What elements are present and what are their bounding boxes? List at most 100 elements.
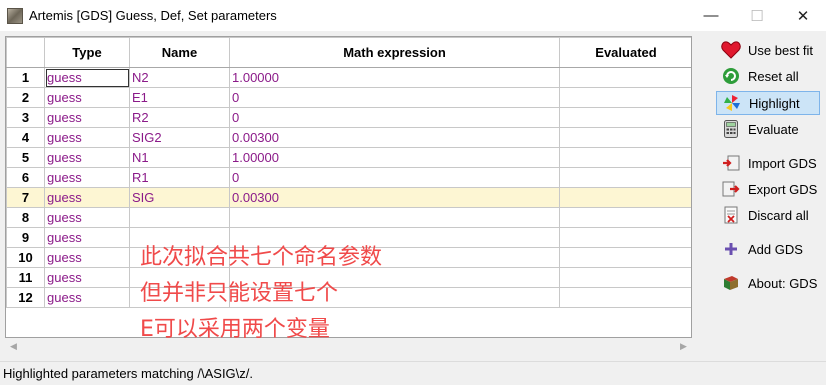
heart-icon bbox=[720, 40, 742, 60]
math-expression-column-header[interactable]: Math expression bbox=[229, 37, 560, 68]
name-cell[interactable]: SIG bbox=[129, 187, 230, 208]
table-row[interactable]: 6 guess R1 0 bbox=[6, 167, 691, 188]
row-number-cell: 2 bbox=[6, 87, 45, 108]
row-number-cell: 11 bbox=[6, 267, 45, 288]
name-cell[interactable]: N2 bbox=[129, 67, 230, 88]
export-icon bbox=[720, 179, 742, 199]
evaluated-cell bbox=[559, 127, 691, 148]
type-cell[interactable]: guess bbox=[44, 87, 130, 108]
about-gds-button[interactable]: About: GDS bbox=[716, 271, 820, 295]
row-number-cell: 6 bbox=[6, 167, 45, 188]
math-expression-cell[interactable]: 0 bbox=[229, 87, 560, 108]
highlight-label: Highlight bbox=[749, 95, 800, 111]
scroll-right-icon[interactable]: ▶ bbox=[675, 341, 692, 352]
type-cell[interactable]: guess bbox=[44, 187, 130, 208]
name-cell[interactable]: N1 bbox=[129, 147, 230, 168]
window-title: Artemis [GDS] Guess, Def, Set parameters bbox=[29, 8, 277, 23]
evaluated-cell bbox=[559, 207, 691, 228]
type-cell[interactable]: guess bbox=[44, 67, 130, 88]
evaluated-column-header[interactable]: Evaluated bbox=[559, 37, 691, 68]
type-cell[interactable]: guess bbox=[44, 267, 130, 288]
row-number-cell: 1 bbox=[6, 67, 45, 88]
type-cell[interactable]: guess bbox=[44, 127, 130, 148]
table-row[interactable]: 7 guess SIG 0.00300 bbox=[6, 187, 691, 208]
table-row[interactable]: 5 guess N1 1.00000 bbox=[6, 147, 691, 168]
add-icon bbox=[720, 239, 742, 259]
table-row[interactable]: 4 guess SIG2 0.00300 bbox=[6, 127, 691, 148]
type-cell[interactable]: guess bbox=[44, 287, 130, 308]
name-cell[interactable] bbox=[129, 207, 230, 228]
table-row[interactable]: 3 guess R2 0 bbox=[6, 107, 691, 128]
math-expression-cell[interactable]: 1.00000 bbox=[229, 67, 560, 88]
math-expression-cell[interactable]: 1.00000 bbox=[229, 147, 560, 168]
calculator-icon bbox=[720, 119, 742, 139]
close-icon[interactable]: ✕ bbox=[780, 0, 826, 31]
import-gds-label: Import GDS bbox=[748, 155, 817, 171]
discard-all-label: Discard all bbox=[748, 207, 809, 223]
title-bar: Artemis [GDS] Guess, Def, Set parameters… bbox=[0, 0, 826, 31]
row-number-cell: 10 bbox=[6, 247, 45, 268]
export-gds-label: Export GDS bbox=[748, 181, 818, 197]
export-gds-button[interactable]: Export GDS bbox=[716, 177, 820, 201]
evaluated-cell bbox=[559, 187, 691, 208]
scroll-left-icon[interactable]: ◀ bbox=[5, 341, 22, 352]
type-cell[interactable]: guess bbox=[44, 167, 130, 188]
use-best-fit-button[interactable]: Use best fit bbox=[716, 38, 820, 62]
table-row[interactable]: 8 guess bbox=[6, 207, 691, 228]
row-number-cell: 8 bbox=[6, 207, 45, 228]
row-number-cell: 3 bbox=[6, 107, 45, 128]
annotation-overlay: 此次拟合共七个命名参数 但并非只能设置七个 E可以采用两个变量 bbox=[140, 240, 382, 348]
pinwheel-icon bbox=[721, 93, 743, 113]
annotation-line-2: 但并非只能设置七个 bbox=[140, 281, 339, 306]
type-cell[interactable]: guess bbox=[44, 227, 130, 248]
table-row[interactable]: 1 guess N2 1.00000 bbox=[6, 67, 691, 88]
evaluated-cell bbox=[559, 67, 691, 88]
evaluated-cell bbox=[559, 287, 691, 308]
annotation-line-1: 此次拟合共七个命名参数 bbox=[140, 245, 383, 270]
type-cell[interactable]: guess bbox=[44, 147, 130, 168]
type-column-header[interactable]: Type bbox=[44, 37, 130, 68]
math-expression-cell[interactable]: 0.00300 bbox=[229, 187, 560, 208]
reset-all-button[interactable]: Reset all bbox=[716, 64, 820, 88]
highlight-button[interactable]: Highlight bbox=[716, 91, 820, 115]
name-cell[interactable]: E1 bbox=[129, 87, 230, 108]
status-text: Highlighted parameters matching /\ASIG\z… bbox=[3, 366, 254, 381]
evaluated-cell bbox=[559, 227, 691, 248]
add-gds-label: Add GDS bbox=[748, 241, 803, 257]
annotation-line-3: E可以采用两个变量 bbox=[140, 317, 330, 342]
row-number-cell: 5 bbox=[6, 147, 45, 168]
name-column-header[interactable]: Name bbox=[129, 37, 230, 68]
import-gds-button[interactable]: Import GDS bbox=[716, 151, 820, 175]
math-expression-cell[interactable] bbox=[229, 207, 560, 228]
evaluated-cell bbox=[559, 87, 691, 108]
math-expression-cell[interactable]: 0 bbox=[229, 107, 560, 128]
type-cell[interactable]: guess bbox=[44, 207, 130, 228]
math-expression-cell[interactable]: 0 bbox=[229, 167, 560, 188]
minimize-icon[interactable]: — bbox=[688, 0, 734, 31]
discard-icon bbox=[720, 205, 742, 225]
table-row[interactable]: 2 guess E1 0 bbox=[6, 87, 691, 108]
type-cell[interactable]: guess bbox=[44, 107, 130, 128]
math-expression-cell[interactable]: 0.00300 bbox=[229, 127, 560, 148]
window-controls: — ☐ ✕ bbox=[688, 0, 826, 31]
name-cell[interactable]: R1 bbox=[129, 167, 230, 188]
name-cell[interactable]: R2 bbox=[129, 107, 230, 128]
evaluated-cell bbox=[559, 107, 691, 128]
evaluated-cell bbox=[559, 247, 691, 268]
name-cell[interactable]: SIG2 bbox=[129, 127, 230, 148]
reset-all-label: Reset all bbox=[748, 68, 799, 84]
status-bar: Highlighted parameters matching /\ASIG\z… bbox=[0, 361, 826, 385]
row-number-cell: 9 bbox=[6, 227, 45, 248]
discard-all-button[interactable]: Discard all bbox=[716, 203, 820, 227]
row-number-cell: 12 bbox=[6, 287, 45, 308]
evaluate-label: Evaluate bbox=[748, 121, 799, 137]
maximize-icon: ☐ bbox=[750, 7, 764, 25]
header-row: Type Name Math expression Evaluated bbox=[6, 37, 691, 68]
evaluated-cell bbox=[559, 167, 691, 188]
use-best-fit-label: Use best fit bbox=[748, 42, 814, 58]
add-gds-button[interactable]: Add GDS bbox=[716, 237, 820, 261]
evaluate-button[interactable]: Evaluate bbox=[716, 117, 820, 141]
import-icon bbox=[720, 153, 742, 173]
type-cell[interactable]: guess bbox=[44, 247, 130, 268]
corner-header bbox=[6, 37, 45, 68]
